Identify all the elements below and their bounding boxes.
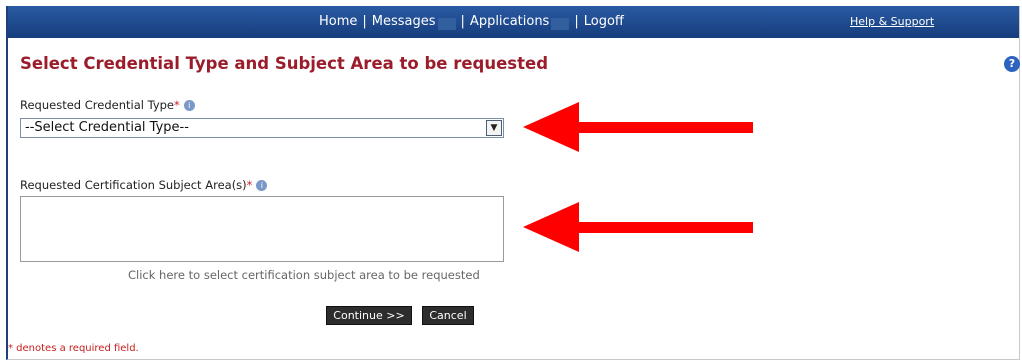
applications-dropdown-caret[interactable] — [551, 17, 570, 30]
main-nav: Home | Messages | Applications | Logoff — [319, 14, 624, 30]
info-icon[interactable]: i — [183, 100, 195, 111]
nav-logoff[interactable]: Logoff — [584, 14, 624, 29]
info-icon[interactable]: i — [256, 180, 268, 191]
credential-type-label-text: Requested Credential Type — [20, 98, 175, 112]
app-frame: Home | Messages | Applications | Logoff … — [6, 6, 1020, 360]
top-nav-bar: Home | Messages | Applications | Logoff … — [8, 6, 1019, 38]
credential-type-select[interactable]: --Select Credential Type-- ▼ — [20, 118, 504, 138]
credential-type-selected-value: --Select Credential Type-- — [25, 120, 189, 135]
arrow-left-icon — [523, 102, 753, 152]
subject-area-textarea[interactable] — [20, 196, 504, 262]
required-asterisk: * — [174, 98, 180, 112]
subject-area-label-text: Requested Certification Subject Area(s) — [20, 178, 247, 192]
nav-applications[interactable]: Applications — [470, 14, 549, 29]
arrow-left-icon — [523, 202, 753, 252]
subject-area-label: Requested Certification Subject Area(s)*… — [20, 178, 268, 192]
continue-button[interactable]: Continue >> — [326, 306, 412, 325]
help-question-icon[interactable]: ? — [1004, 56, 1020, 72]
nav-messages[interactable]: Messages — [372, 14, 436, 29]
chevron-down-icon[interactable]: ▼ — [486, 120, 502, 136]
nav-separator: | — [460, 14, 465, 29]
messages-dropdown-caret[interactable] — [437, 17, 456, 30]
nav-home[interactable]: Home — [319, 14, 357, 29]
help-support-link[interactable]: Help & Support — [850, 15, 934, 28]
credential-type-label: Requested Credential Type* i — [20, 98, 195, 112]
subject-area-hint[interactable]: Click here to select certification subje… — [128, 268, 480, 282]
nav-separator: | — [362, 14, 367, 29]
required-asterisk: * — [246, 178, 253, 192]
cancel-button[interactable]: Cancel — [422, 306, 474, 325]
nav-separator: | — [574, 14, 579, 29]
annotation-arrows — [523, 102, 753, 252]
page-title: Select Credential Type and Subject Area … — [20, 54, 549, 73]
required-footnote: * denotes a required field. — [8, 343, 139, 354]
